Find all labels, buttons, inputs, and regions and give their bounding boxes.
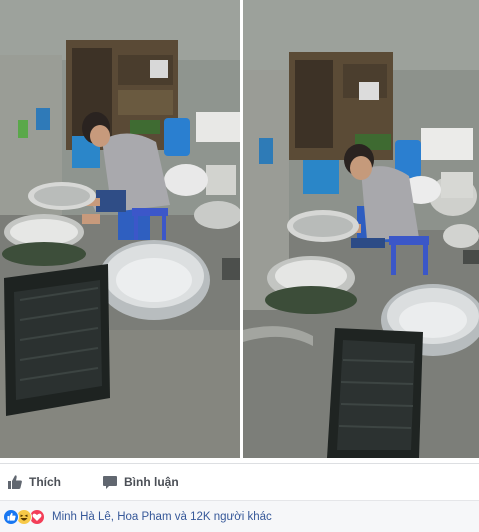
photo-right[interactable] bbox=[243, 0, 479, 458]
photo-left[interactable] bbox=[0, 0, 240, 458]
comment-button-label: Bình luận bbox=[124, 475, 179, 489]
post-action-bar: Thích Bình luận bbox=[0, 463, 479, 500]
like-button[interactable]: Thích bbox=[3, 467, 65, 497]
comment-button[interactable]: Bình luận bbox=[98, 467, 183, 497]
reaction-icons[interactable] bbox=[3, 508, 45, 525]
like-button-label: Thích bbox=[29, 475, 61, 489]
reaction-names-link[interactable]: Minh Hà Lê, Hoa Pham và 12K người khác bbox=[52, 511, 272, 523]
thumbs-up-icon bbox=[8, 475, 22, 489]
reactions-summary: Minh Hà Lê, Hoa Pham và 12K người khác bbox=[0, 500, 479, 532]
post-photo-grid bbox=[0, 0, 479, 458]
comment-icon bbox=[103, 476, 117, 489]
like-reaction-icon bbox=[3, 508, 19, 525]
